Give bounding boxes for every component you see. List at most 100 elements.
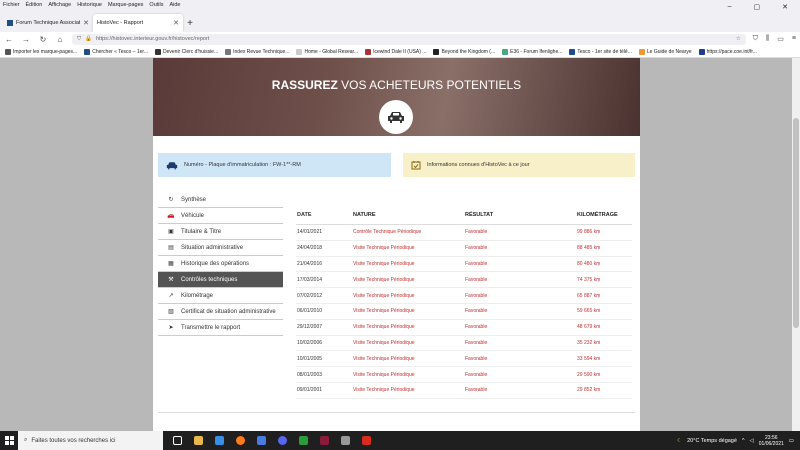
clock-date: 01/06/2021 <box>758 440 784 447</box>
tab-bar: Forum Technique Associatif de ✕ HistoVec… <box>0 10 800 32</box>
app-icon[interactable] <box>257 436 266 445</box>
shield-icon: ⛉ <box>77 35 82 42</box>
menu-icon[interactable]: ≡ <box>792 35 796 43</box>
app-icon[interactable] <box>341 436 350 445</box>
bookmark-item[interactable]: Beyond the Kingdom (... <box>433 48 495 55</box>
chart-icon: ↗ <box>168 293 174 299</box>
library-icon[interactable]: ⫼ <box>766 35 769 43</box>
maximize-icon[interactable]: ▢ <box>754 3 761 11</box>
star-icon[interactable]: ☆ <box>736 36 741 42</box>
table-row: 06/01/2010 Visite Technique Périodique Fav… <box>296 304 632 320</box>
nav-bar: ← → ↻ ⌂ ⛉ 🔒 https://histovec.interieur.g… <box>0 32 800 46</box>
scrollbar-thumb[interactable] <box>793 118 799 328</box>
plate-text: Numéro - Plaque d'immatriculation : FW-1… <box>184 162 301 168</box>
tab-histovec[interactable]: HistoVec - Rapport ✕ <box>93 14 183 32</box>
hero-title: RASSUREZ VOS ACHETEURS POTENTIELS <box>271 78 522 92</box>
bookmark-label: Chercher « Tesco – 1er... <box>92 48 148 55</box>
store-icon[interactable] <box>215 436 224 445</box>
tab-favicon <box>7 20 13 26</box>
certificate-icon: ▧ <box>168 309 174 315</box>
windows-start-icon[interactable] <box>0 431 18 450</box>
col-date: DATE <box>297 211 312 218</box>
bookmark-item[interactable]: https://pace.coe.int/fr... <box>698 48 757 55</box>
file-explorer-icon[interactable] <box>194 436 203 445</box>
menubar-item[interactable]: Marque-pages <box>108 2 143 8</box>
bookmark-favicon-icon <box>569 48 576 55</box>
back-icon[interactable]: ← <box>4 35 14 44</box>
bookmark-item[interactable]: Home - Global Resear... <box>296 48 358 55</box>
bookmark-item[interactable]: Le Guide de Nearye <box>638 48 692 55</box>
new-tab-button[interactable]: + <box>183 14 197 32</box>
cell-result: Favorable <box>465 387 488 394</box>
sidebar-icon[interactable]: ▭ <box>777 35 784 43</box>
menubar-item[interactable]: Édition <box>26 2 43 8</box>
bookmark-item[interactable]: Importer les marque-pages... <box>5 48 77 55</box>
taskbar-search-input[interactable]: ⌕ Faites toutes vos recherches ici <box>18 431 163 450</box>
cell-result: Favorable <box>465 371 488 378</box>
bookmark-item[interactable]: Chercher « Tesco – 1er... <box>84 48 148 55</box>
home-icon[interactable]: ⌂ <box>55 35 65 44</box>
cell-nature: Visite Technique Périodique <box>353 245 415 252</box>
task-view-icon[interactable] <box>173 436 182 445</box>
app-icon[interactable] <box>299 436 308 445</box>
weather-text[interactable]: 20°C Temps dégagé <box>687 438 737 444</box>
bookmark-favicon-icon <box>225 48 232 55</box>
menu-item-3[interactable]: ▣ Titulaire & Titre <box>158 224 283 240</box>
discord-icon[interactable] <box>278 436 287 445</box>
bookmark-item[interactable]: Index Revue Technique... <box>225 48 289 55</box>
menu-item-6[interactable]: ⚒ Contrôles techniques <box>158 272 283 288</box>
menu-item-2[interactable]: 🚗 Véhicule <box>158 208 283 224</box>
cell-date: 14/01/2021 <box>297 229 323 236</box>
search-placeholder: Faites toutes vos recherches ici <box>31 437 116 444</box>
close-window-icon[interactable]: ✕ <box>782 3 788 11</box>
menubar-item[interactable]: Affichage <box>48 2 71 8</box>
pdf-icon[interactable] <box>362 436 371 445</box>
bookmark-label: Icewind Dale II (USA) ... <box>373 48 427 55</box>
cell-nature: Visite Technique Périodique <box>353 339 415 346</box>
tray-arrow-icon[interactable]: ^ <box>742 438 745 444</box>
menubar-item[interactable]: Outils <box>149 2 163 8</box>
cell-result: Favorable <box>465 292 488 299</box>
sync-icon: ↻ <box>168 197 174 203</box>
menu-item-1[interactable]: ↻ Synthèse <box>158 192 283 208</box>
menu-item-9[interactable]: ➤ Transmettre le rapport <box>158 320 283 336</box>
notification-icon[interactable]: ▭ <box>789 438 794 444</box>
clock[interactable]: 23:56 01/06/2021 <box>759 435 784 447</box>
bookmark-item[interactable]: E36 - Forum Ifenlighe... <box>502 48 563 55</box>
table-row: 08/01/2003 Visite Technique Périodique Fav… <box>296 367 632 383</box>
cell-nature: Visite Technique Périodique <box>353 355 415 362</box>
app-icon[interactable] <box>320 436 329 445</box>
menubar-item[interactable]: Fichier <box>3 2 20 8</box>
bookmark-item[interactable]: Devenir Clerc d'huissie... <box>154 48 218 55</box>
calendar-check-icon <box>411 161 421 170</box>
volume-icon[interactable]: ◁ <box>750 438 754 444</box>
menubar-item[interactable]: Historique <box>77 2 102 8</box>
firefox-icon[interactable] <box>236 436 245 445</box>
menu-item-8[interactable]: ▧ Certificat de situation administrative <box>158 304 283 320</box>
cell-nature: Visite Technique Périodique <box>353 276 415 283</box>
menu-item-label: Kilométrage <box>181 292 214 299</box>
close-icon[interactable]: ✕ <box>83 19 89 27</box>
cell-nature: Visite Technique Périodique <box>353 308 415 315</box>
reload-icon[interactable]: ↻ <box>38 35 48 44</box>
tab-forum[interactable]: Forum Technique Associatif de ✕ <box>3 14 93 32</box>
bookmark-item[interactable]: Tesco - 1er site de télé... <box>569 48 632 55</box>
menu-item-4[interactable]: ▤ Situation administrative <box>158 240 283 256</box>
bookmark-label: E36 - Forum Ifenlighe... <box>510 48 563 55</box>
menu-item-7[interactable]: ↗ Kilométrage <box>158 288 283 304</box>
scrollbar[interactable] <box>792 58 800 431</box>
cell-result: Favorable <box>465 355 488 362</box>
cell-nature: Visite Technique Périodique <box>353 260 415 267</box>
menu-item-5[interactable]: ▦ Historique des opérations <box>158 256 283 272</box>
url-bar[interactable]: ⛉ 🔒 https://histovec.interieur.gouv.fr/h… <box>72 33 746 45</box>
tab-title: Forum Technique Associatif de <box>16 20 80 26</box>
forward-icon[interactable]: → <box>21 35 31 44</box>
close-icon[interactable]: ✕ <box>173 19 179 27</box>
table-row: 21/04/2016 Visite Technique Périodique Fav… <box>296 257 632 273</box>
cell-mileage: 65 887 km <box>577 292 601 299</box>
pocket-icon[interactable]: ⛉ <box>753 35 758 43</box>
cell-result: Favorable <box>465 339 488 346</box>
menubar-item[interactable]: Aide <box>169 2 180 8</box>
bookmark-item[interactable]: Icewind Dale II (USA) ... <box>365 48 427 55</box>
minimize-icon[interactable]: – <box>728 3 732 11</box>
